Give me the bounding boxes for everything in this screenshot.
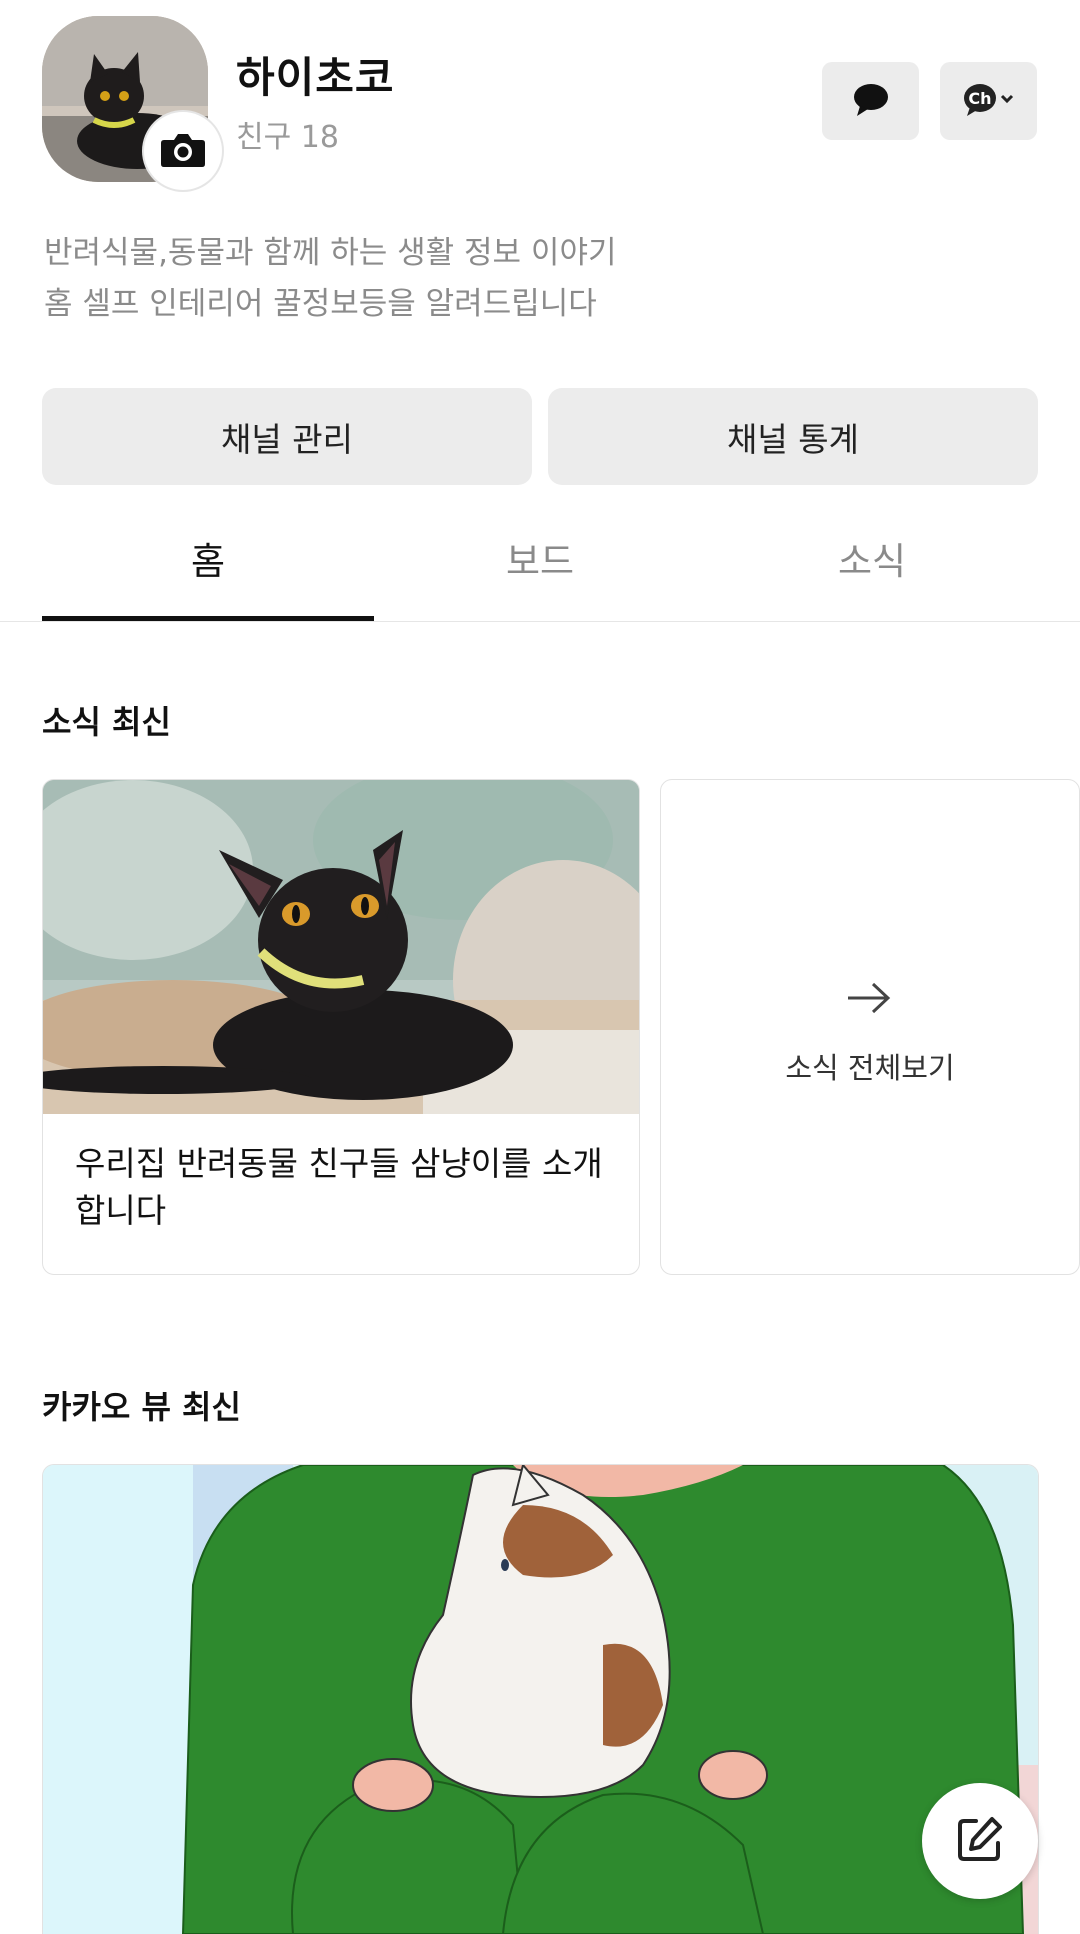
news-card[interactable]: 우리집 반려동물 친구들 삼냥이를 소개합니다 [42, 779, 640, 1275]
write-post-button[interactable] [922, 1783, 1038, 1899]
change-photo-button[interactable] [144, 112, 222, 190]
kakao-view-section-title: 카카오 뷰 최신 [42, 1388, 241, 1426]
tab-home[interactable]: 홈 [42, 532, 374, 622]
kakao-view-card[interactable] [42, 1464, 1039, 1934]
arrow-right-icon [846, 980, 892, 1020]
chat-button[interactable] [822, 62, 919, 140]
news-section-title: 소식 최신 [42, 703, 171, 741]
ch-dropdown-icon: Ch [962, 82, 1016, 121]
view-all-news-card[interactable]: 소식 전체보기 [660, 779, 1080, 1275]
edit-icon [954, 1813, 1006, 1869]
channel-menu-button[interactable]: Ch [940, 62, 1037, 140]
tab-divider [0, 621, 1080, 622]
description-line-1: 반려식물,동물과 함께 하는 생활 정보 이야기 [44, 235, 617, 271]
channel-name: 하이초코 [236, 53, 395, 102]
channel-manage-button[interactable]: 채널 관리 [42, 388, 532, 485]
friend-count[interactable]: 친구 18 [236, 112, 339, 156]
channel-description: 반려식물,동물과 함께 하는 생활 정보 이야기 홈 셀프 인테리어 꿀정보등을… [44, 228, 616, 330]
svg-text:Ch: Ch [968, 89, 991, 108]
news-card-text: 우리집 반려동물 친구들 삼냥이를 소개합니다 [75, 1144, 603, 1230]
tab-news[interactable]: 소식 [706, 532, 1038, 622]
tab-board[interactable]: 보드 [374, 532, 706, 622]
channel-stats-button[interactable]: 채널 통계 [548, 388, 1038, 485]
view-all-news-label: 소식 전체보기 [785, 1051, 955, 1085]
speech-bubble-icon [851, 82, 891, 121]
camera-icon [160, 130, 206, 172]
kakao-view-image [43, 1465, 1038, 1934]
description-line-2: 홈 셀프 인테리어 꿀정보등을 알려드립니다 [44, 286, 597, 322]
news-card-image [43, 780, 639, 1114]
